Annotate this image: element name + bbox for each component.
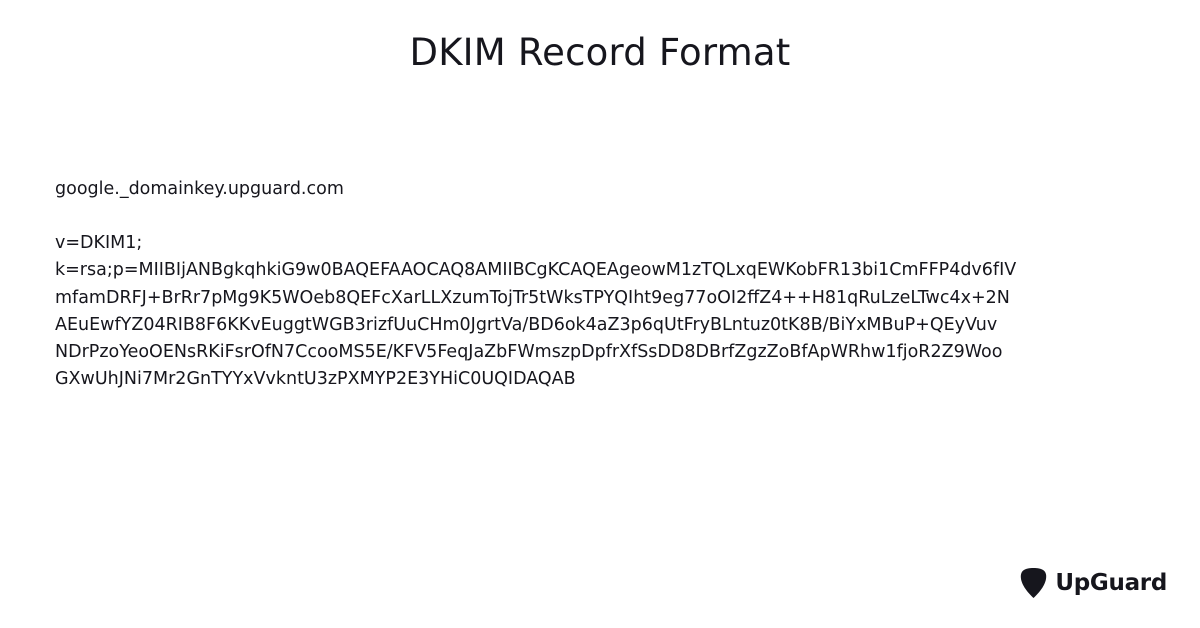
record-key-line: NDrPzoYeoOENsRKiFsrOfN7CcooMS5E/KFV5FeqJ…	[55, 342, 1003, 363]
page-title: DKIM Record Format	[409, 31, 791, 74]
record-key-line: k=rsa;p=MIIBIjANBgkqhkiG9w0BAQEFAAOCAQ8A…	[55, 260, 1017, 281]
dkim-record: google._domainkey.upguard.com v=DKIM1; k…	[55, 176, 1155, 393]
record-key-line: GXwUhJNi7Mr2GnTYYxVvkntU3zPXMYP2E3YHiC0U…	[55, 369, 576, 390]
record-version: v=DKIM1;	[55, 233, 143, 254]
brand-name: UpGuard	[1055, 570, 1167, 596]
record-value: v=DKIM1; k=rsa;p=MIIBIjANBgkqhkiG9w0BAQE…	[55, 230, 1155, 393]
record-key-line: mfamDRFJ+BrRr7pMg9K5WOeb8QEFcXarLLXzumTo…	[55, 287, 1010, 308]
brand-logo: UpGuard	[1020, 566, 1167, 600]
guitar-pick-shield-icon	[1021, 568, 1047, 598]
record-key-line: AEuEwfYZ04RIB8F6KKvEuggtWGB3rizfUuCHm0Jg…	[55, 314, 998, 335]
record-name: google._domainkey.upguard.com	[55, 179, 344, 199]
